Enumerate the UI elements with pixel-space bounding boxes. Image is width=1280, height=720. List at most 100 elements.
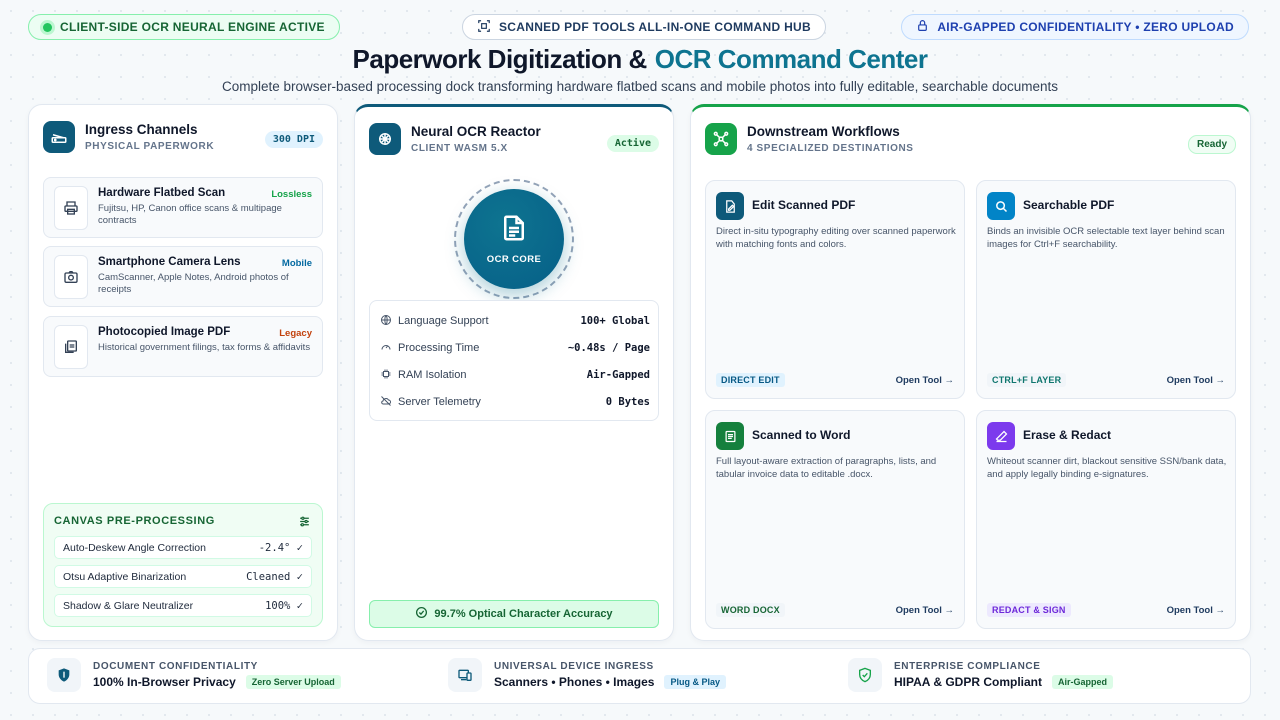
metric-value: ~0.48s / Page xyxy=(567,342,650,354)
preprocessing-label: Shadow & Glare Neutralizer xyxy=(63,599,194,612)
page-title-main: Paperwork Digitization & xyxy=(352,44,648,74)
ocr-reactor-card: Neural OCR Reactor CLIENT WASM 5.X Activ… xyxy=(354,104,674,641)
ingress-item-desc: Historical government filings, tax forms… xyxy=(98,342,311,353)
word-document-icon xyxy=(716,422,744,450)
printer-icon xyxy=(54,186,88,230)
ingress-item-title: Photocopied Image PDF xyxy=(98,326,231,338)
search-icon xyxy=(987,192,1015,220)
network-icon xyxy=(705,123,737,155)
ingress-title: Ingress Channels xyxy=(85,122,198,137)
ingress-item-desc: Fujitsu, HP, Canon office scans & multip… xyxy=(98,203,282,226)
brain-icon xyxy=(369,123,401,155)
workflow-title: Scanned to Word xyxy=(752,428,851,442)
devices-icon xyxy=(448,658,482,692)
footer-kicker: UNIVERSAL DEVICE INGRESS xyxy=(494,661,654,672)
command-hub-pill[interactable]: SCANNED PDF TOOLS ALL-IN-ONE COMMAND HUB xyxy=(462,14,826,40)
scanner-icon xyxy=(43,121,75,153)
workflows-status-badge: Ready xyxy=(1187,135,1236,154)
workflow-tag: WORD DOCX xyxy=(716,603,785,617)
check-circle-icon xyxy=(415,606,428,622)
pdf-stack-icon xyxy=(54,325,88,369)
page-title-accent: OCR Command Center xyxy=(654,44,928,74)
reactor-subtitle: CLIENT WASM 5.X xyxy=(411,143,508,154)
preprocessing-value: 100% ✓ xyxy=(265,599,303,612)
workflow-tile-erase-redact[interactable]: Erase & Redact Whiteout scanner dirt, bl… xyxy=(976,410,1236,629)
preprocessing-row-deskew[interactable]: Auto-Deskew Angle Correction -2.4° ✓ xyxy=(54,536,312,559)
open-tool-link[interactable]: Open Tool → xyxy=(896,375,954,386)
workflow-desc: Direct in-situ typography editing over s… xyxy=(716,226,956,250)
ocr-core[interactable]: OCR CORE xyxy=(464,189,564,289)
open-tool-link[interactable]: Open Tool → xyxy=(1167,605,1225,616)
reactor-status-badge: Active xyxy=(606,135,659,152)
footer-main: HIPAA & GDPR Compliant xyxy=(894,675,1043,689)
ingress-channels-card: Ingress Channels PHYSICAL PAPERWORK 300 … xyxy=(28,104,338,641)
reactor-title: Neural OCR Reactor xyxy=(411,124,541,139)
accuracy-banner: 99.7% Optical Character Accuracy xyxy=(369,600,659,628)
preprocessing-row-glare[interactable]: Shadow & Glare Neutralizer 100% ✓ xyxy=(54,594,312,617)
footer-item-confidentiality: DOCUMENT CONFIDENTIALITY 100% In-Browser… xyxy=(47,658,341,692)
gauge-icon xyxy=(380,341,392,356)
lock-icon xyxy=(916,19,929,35)
open-tool-link[interactable]: Open Tool → xyxy=(896,605,954,616)
footer-item-device-ingress: UNIVERSAL DEVICE INGRESS Scanners • Phon… xyxy=(448,658,726,692)
eraser-icon xyxy=(987,422,1015,450)
workflow-title: Erase & Redact xyxy=(1023,428,1112,442)
sliders-icon[interactable] xyxy=(298,515,311,533)
ingress-item-title: Smartphone Camera Lens xyxy=(98,256,241,268)
page-subtitle: Complete browser-based processing dock t… xyxy=(222,79,1058,94)
ingress-item-flatbed[interactable]: Hardware Flatbed Scan Fujitsu, HP, Canon… xyxy=(43,177,323,238)
footer-tag: Plug & Play xyxy=(664,675,726,689)
workflows-title: Downstream Workflows xyxy=(747,124,900,139)
preprocessing-title: CANVAS PRE-PROCESSING xyxy=(54,515,215,527)
engine-status-pill: CLIENT-SIDE OCR NEURAL ENGINE ACTIVE xyxy=(28,14,340,40)
command-hub-label: SCANNED PDF TOOLS ALL-IN-ONE COMMAND HUB xyxy=(499,20,811,34)
workflow-tile-searchable-pdf[interactable]: Searchable PDF Binds an invisible OCR se… xyxy=(976,180,1236,399)
workflow-tile-edit-pdf[interactable]: Edit Scanned PDF Direct in-situ typograp… xyxy=(705,180,965,399)
preprocessing-value: -2.4° ✓ xyxy=(258,541,303,554)
metric-row-telemetry: Server Telemetry 0 Bytes xyxy=(380,392,650,412)
footer-tag: Zero Server Upload xyxy=(245,675,341,689)
workflow-title: Edit Scanned PDF xyxy=(752,198,856,212)
workflow-title: Searchable PDF xyxy=(1023,198,1115,212)
reactor-metrics-panel: Language Support 100+ Global Processing … xyxy=(369,300,659,421)
metric-label: Server Telemetry xyxy=(398,396,481,408)
camera-icon xyxy=(54,255,88,299)
metric-value: Air-Gapped xyxy=(586,369,650,381)
ingress-item-smartphone[interactable]: Smartphone Camera Lens CamScanner, Apple… xyxy=(43,246,323,307)
engine-status-label: CLIENT-SIDE OCR NEURAL ENGINE ACTIVE xyxy=(60,20,325,34)
page-title: Paperwork Digitization & OCR Command Cent… xyxy=(0,44,1280,75)
metric-row-language: Language Support 100+ Global xyxy=(380,311,650,331)
metric-label: Language Support xyxy=(398,315,489,327)
ingress-subtitle: PHYSICAL PAPERWORK xyxy=(85,141,215,152)
ingress-item-title: Hardware Flatbed Scan xyxy=(98,187,226,199)
preprocessing-panel: CANVAS PRE-PROCESSING Auto-Deskew Angle … xyxy=(43,503,323,627)
ingress-item-desc: CamScanner, Apple Notes, Android photos … xyxy=(98,272,289,295)
privacy-pill: AIR-GAPPED CONFIDENTIALITY • ZERO UPLOAD xyxy=(901,14,1249,40)
footer-main: 100% In-Browser Privacy xyxy=(93,675,236,689)
workflow-desc: Whiteout scanner dirt, blackout sensitiv… xyxy=(987,456,1227,480)
footer-main: Scanners • Phones • Images xyxy=(494,675,655,689)
scan-icon xyxy=(477,19,491,36)
ocr-core-ring: OCR CORE xyxy=(454,179,574,299)
ingress-item-photocopy[interactable]: Photocopied Image PDF Historical governm… xyxy=(43,316,323,377)
downstream-workflows-card: Downstream Workflows 4 SPECIALIZED DESTI… xyxy=(690,104,1251,641)
footer-kicker: DOCUMENT CONFIDENTIALITY xyxy=(93,661,258,672)
metric-row-ram: RAM Isolation Air-Gapped xyxy=(380,365,650,385)
shield-icon xyxy=(47,658,81,692)
workflow-tile-scanned-to-word[interactable]: Scanned to Word Full layout-aware extrac… xyxy=(705,410,965,629)
accuracy-label: 99.7% Optical Character Accuracy xyxy=(434,608,613,620)
dpi-badge: 300 DPI xyxy=(264,131,323,148)
workflow-desc: Binds an invisible OCR selectable text l… xyxy=(987,226,1225,250)
workflows-subtitle: 4 SPECIALIZED DESTINATIONS xyxy=(747,143,914,154)
ingress-item-tag: Lossless xyxy=(271,189,312,200)
workflow-tag: REDACT & SIGN xyxy=(987,603,1071,617)
ingress-item-tag: Legacy xyxy=(279,328,312,339)
preprocessing-row-binarization[interactable]: Otsu Adaptive Binarization Cleaned ✓ xyxy=(54,565,312,588)
cloud-off-icon xyxy=(380,395,392,410)
metric-label: Processing Time xyxy=(398,342,480,354)
workflow-tag: CTRL+F LAYER xyxy=(987,373,1067,387)
workflow-tag: DIRECT EDIT xyxy=(716,373,785,387)
metric-label: RAM Isolation xyxy=(398,369,467,381)
open-tool-link[interactable]: Open Tool → xyxy=(1167,375,1225,386)
status-dot-icon xyxy=(43,22,52,32)
